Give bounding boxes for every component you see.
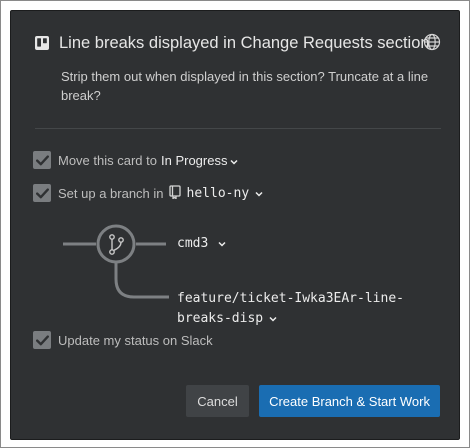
repo-icon (168, 184, 181, 202)
new-branch-dropdown[interactable]: feature/ticket-Iwka3EAr-line- breaks-dis… (177, 289, 404, 329)
move-card-checkbox[interactable] (33, 151, 51, 169)
trello-icon (35, 36, 49, 50)
slack-option: Update my status on Slack (33, 331, 213, 349)
screenshot-frame: Line breaks displayed in Change Requests… (0, 0, 470, 448)
globe-icon[interactable] (423, 33, 441, 56)
dialog-header: Line breaks displayed in Change Requests… (35, 31, 441, 55)
card-title: Line breaks displayed in Change Requests… (59, 33, 430, 52)
branch-option: Set up a branch in hello-ny (33, 184, 263, 202)
base-branch-dropdown[interactable]: cmd3 (177, 234, 226, 254)
repo-dropdown[interactable]: hello-ny (187, 186, 264, 201)
new-branch-name-line1: feature/ticket-Iwka3EAr-line- (177, 291, 404, 306)
chevron-down-icon (218, 234, 226, 254)
chevron-down-icon (255, 186, 263, 201)
new-branch-name-line2: breaks-disp (177, 311, 264, 326)
cancel-button[interactable]: Cancel (186, 385, 249, 417)
status-dropdown[interactable]: In Progress (161, 152, 239, 168)
base-branch-name: cmd3 (177, 236, 209, 251)
start-work-dialog: Line breaks displayed in Change Requests… (10, 10, 460, 440)
status-value: In Progress (161, 152, 228, 168)
git-branch-icon (109, 234, 124, 255)
divider (35, 128, 441, 129)
branch-label: Set up a branch in (58, 185, 164, 201)
create-branch-button[interactable]: Create Branch & Start Work (259, 385, 440, 417)
card-description: Strip them out when displayed in this se… (61, 69, 429, 103)
branch-node (96, 224, 136, 264)
chevron-down-icon (269, 309, 277, 329)
move-card-option: Move this card to In Progress (33, 151, 239, 169)
chevron-down-icon (230, 153, 239, 168)
repo-name: hello-ny (186, 185, 250, 201)
move-card-label: Move this card to (58, 152, 157, 168)
branch-line-down (114, 263, 169, 299)
slack-checkbox[interactable] (33, 331, 51, 349)
slack-label: Update my status on Slack (58, 332, 213, 348)
branch-checkbox[interactable] (33, 184, 51, 202)
